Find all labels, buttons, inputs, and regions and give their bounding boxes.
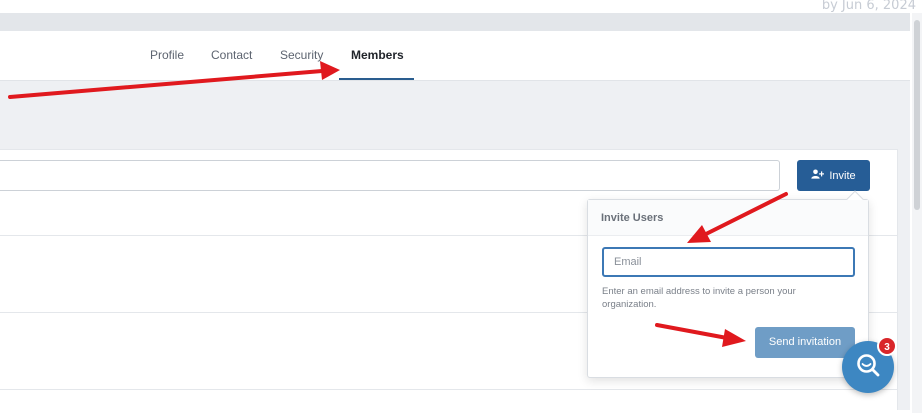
search-chat-icon — [854, 351, 882, 384]
date-watermark: by Jun 6, 2024 — [821, 0, 916, 13]
settings-tab-bar: Profile Contact Security Members — [0, 31, 910, 81]
top-strip — [0, 13, 910, 31]
tab-members[interactable]: Members — [351, 31, 404, 81]
notification-badge: 3 — [877, 336, 897, 356]
invite-users-popover: Invite Users Enter an email address to i… — [587, 190, 869, 378]
email-field[interactable] — [602, 247, 855, 277]
invite-button-label: Invite — [829, 169, 856, 182]
popover-title: Invite Users — [588, 200, 868, 236]
member-search-input[interactable] — [0, 160, 780, 191]
invite-button[interactable]: Invite — [797, 160, 870, 191]
send-invitation-button[interactable]: Send invitation — [755, 327, 855, 358]
scrollbar-thumb[interactable] — [914, 20, 920, 210]
add-user-icon — [811, 169, 825, 182]
row-divider — [0, 389, 898, 390]
tab-profile[interactable]: Profile — [150, 31, 184, 81]
tab-security[interactable]: Security — [280, 31, 323, 81]
active-tab-indicator — [339, 78, 414, 80]
email-help-text: Enter an email address to invite a perso… — [602, 286, 796, 310]
tab-contact[interactable]: Contact — [211, 31, 252, 81]
